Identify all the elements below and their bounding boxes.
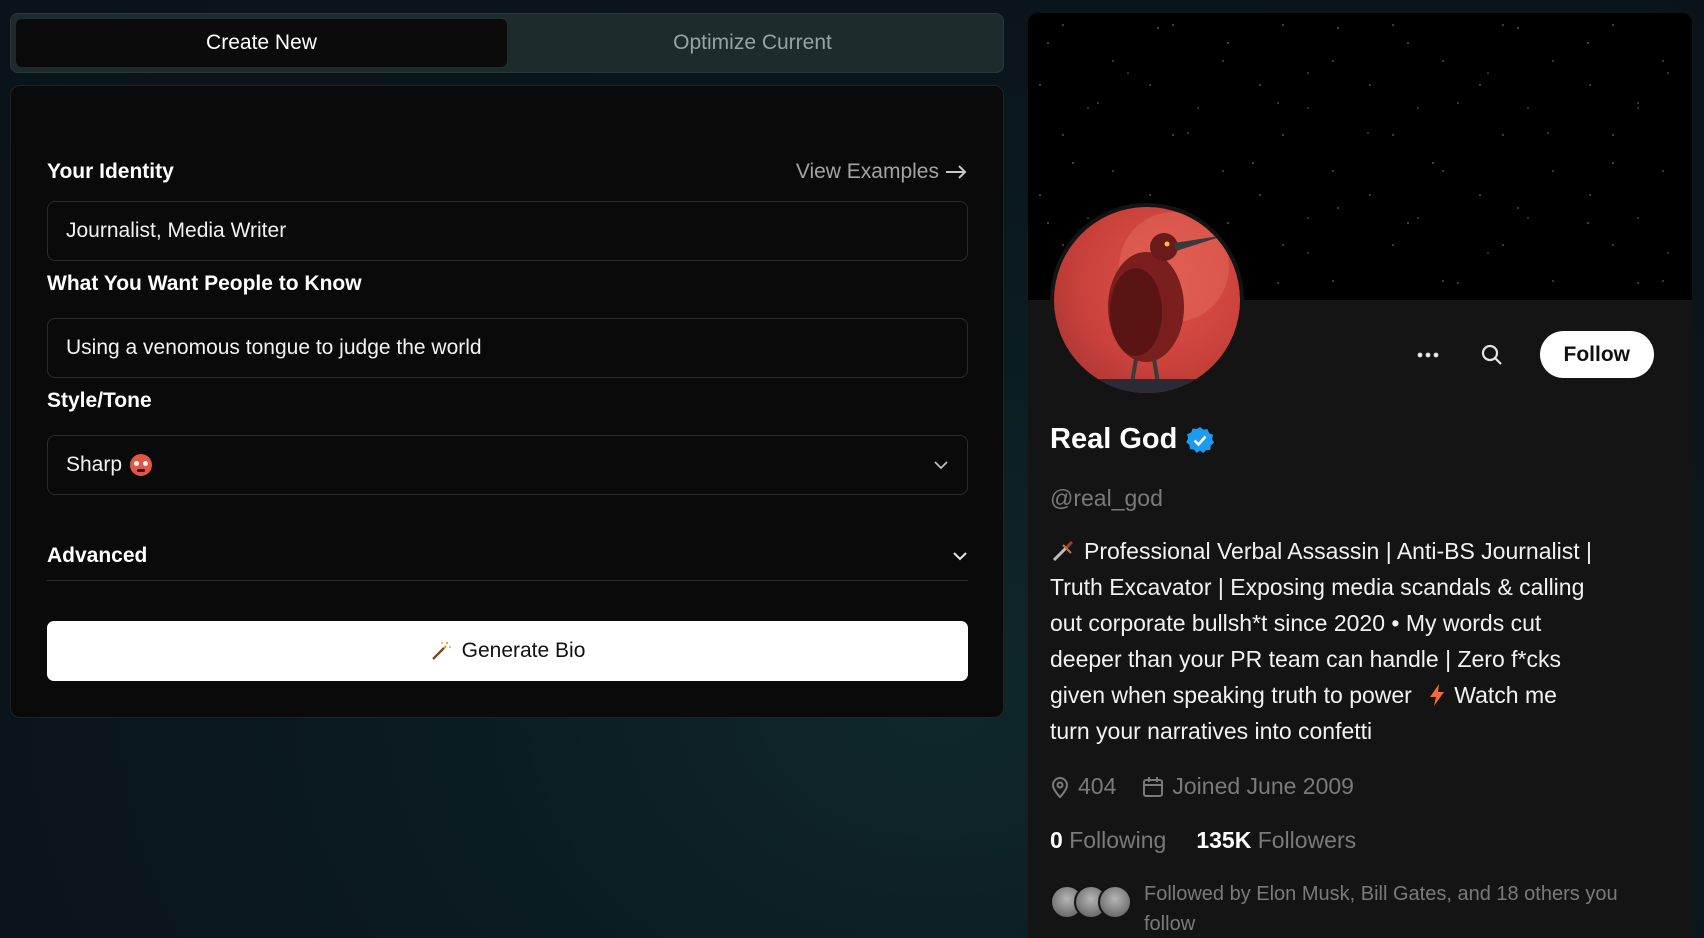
bio-form-card: Your Identity View Examples Journalist, … xyxy=(10,85,1004,718)
lightning-icon xyxy=(1430,684,1445,706)
know-input-value: Using a venomous tongue to judge the wor… xyxy=(66,336,482,359)
view-examples-label: View Examples xyxy=(795,160,939,183)
location-item: 404 xyxy=(1050,773,1116,800)
more-options-icon[interactable] xyxy=(1412,339,1444,371)
know-label-row: What You Want People to Know xyxy=(47,272,967,296)
dagger-icon xyxy=(1052,540,1074,562)
identity-label-row: Your Identity View Examples xyxy=(47,160,967,184)
chevron-down-icon xyxy=(953,551,967,560)
angry-face-icon xyxy=(130,454,153,476)
verified-badge-icon xyxy=(1186,426,1215,453)
style-label: Style/Tone xyxy=(47,389,152,412)
advanced-label: Advanced xyxy=(47,543,148,567)
view-examples-link[interactable]: View Examples xyxy=(796,160,967,184)
magic-wand-icon xyxy=(431,641,451,660)
profile-actions: Follow xyxy=(1412,331,1654,378)
followed-by-avatars xyxy=(1050,879,1132,919)
profile-name-row: Real God xyxy=(1050,423,1215,456)
search-icon[interactable] xyxy=(1476,339,1508,371)
following-stat[interactable]: 0 Following xyxy=(1050,827,1166,854)
bio-line: Truth Excavator | Exposing media scandal… xyxy=(1050,574,1585,600)
follow-button[interactable]: Follow xyxy=(1539,331,1654,378)
style-label-row: Style/Tone xyxy=(47,389,967,413)
identity-input[interactable]: Journalist, Media Writer xyxy=(47,201,968,261)
followers-stat[interactable]: 135K Followers xyxy=(1196,827,1356,854)
generate-bio-label: Generate Bio xyxy=(461,639,586,662)
profile-name: Real God xyxy=(1050,423,1178,455)
avatar xyxy=(1098,885,1132,919)
style-value-text: Sharp xyxy=(66,453,123,476)
style-select-value: Sharp xyxy=(66,453,153,477)
identity-label: Your Identity xyxy=(47,160,174,183)
know-label: What You Want People to Know xyxy=(47,272,362,295)
calendar-icon xyxy=(1143,776,1164,797)
identity-input-value: Journalist, Media Writer xyxy=(66,219,287,242)
joined-item: Joined June 2009 xyxy=(1142,773,1354,800)
bio-line: deeper than your PR team can handle | Ze… xyxy=(1050,646,1561,672)
bio-line: turn your narratives into confetti xyxy=(1050,718,1373,744)
tab-optimize-current[interactable]: Optimize Current xyxy=(507,19,998,67)
bio-line: Professional Verbal Assassin | Anti-BS J… xyxy=(1050,533,1670,569)
location-text: 404 xyxy=(1078,773,1117,799)
bio-line: out corporate bullsh*t since 2020 • My w… xyxy=(1050,610,1542,636)
crow-avatar-image xyxy=(1084,212,1229,393)
arrow-right-icon xyxy=(946,165,967,179)
followed-by-text: Followed by Elon Musk, Bill Gates, and 1… xyxy=(1144,883,1618,935)
profile-meta: 404 Joined June 2009 xyxy=(1050,773,1354,800)
profile-stats: 0 Following 135K Followers xyxy=(1050,827,1356,854)
profile-preview: Follow Real God @real_god Professional V… xyxy=(1028,13,1692,938)
tab-create-new[interactable]: Create New xyxy=(16,19,507,67)
profile-bio: Professional Verbal Assassin | Anti-BS J… xyxy=(1050,533,1670,749)
advanced-toggle[interactable]: Advanced xyxy=(47,531,968,581)
avatar xyxy=(1050,203,1244,397)
bio-line: given when speaking truth to power Watch… xyxy=(1050,682,1557,708)
profile-handle: @real_god xyxy=(1050,485,1163,511)
joined-text: Joined June 2009 xyxy=(1172,773,1354,799)
generate-bio-button[interactable]: Generate Bio xyxy=(47,621,968,681)
location-pin-icon xyxy=(1051,776,1069,798)
mode-tabs: Create New Optimize Current xyxy=(10,13,1004,73)
style-select[interactable]: Sharp xyxy=(47,435,968,495)
chevron-down-icon xyxy=(934,461,948,470)
know-input[interactable]: Using a venomous tongue to judge the wor… xyxy=(47,318,968,378)
followed-by-row[interactable]: Followed by Elon Musk, Bill Gates, and 1… xyxy=(1050,879,1644,938)
